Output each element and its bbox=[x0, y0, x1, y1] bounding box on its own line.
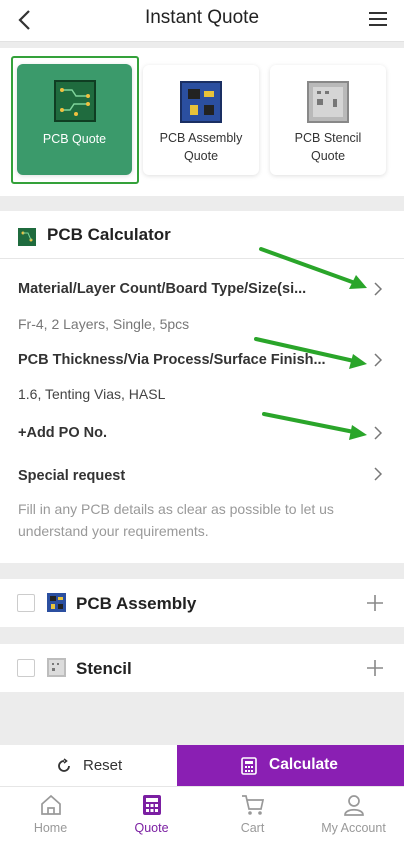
reset-icon bbox=[58, 758, 70, 772]
stencil-checkbox[interactable] bbox=[17, 659, 35, 677]
calculator-icon bbox=[143, 795, 161, 815]
pcb-assembly-section[interactable]: PCB Assembly bbox=[0, 579, 404, 627]
annotation-arrow bbox=[254, 337, 367, 369]
tab-cart-label: Cart bbox=[240, 821, 265, 835]
chevron-right-icon bbox=[374, 353, 383, 367]
pcb-stencil-label-line2: Quote bbox=[310, 149, 346, 163]
menu-icon[interactable] bbox=[368, 9, 388, 29]
page-title: Instant Quote bbox=[144, 7, 260, 28]
annotation-arrow bbox=[262, 412, 367, 440]
pcb-assembly-label-line2: Quote bbox=[183, 149, 219, 163]
top-bar: Instant Quote bbox=[0, 0, 404, 42]
action-bar: Reset Calculate bbox=[0, 745, 404, 786]
calculator-icon bbox=[241, 757, 257, 775]
annotation-arrow bbox=[259, 247, 367, 289]
plus-icon[interactable] bbox=[366, 594, 384, 612]
pcb-assembly-checkbox[interactable] bbox=[17, 594, 35, 612]
stencil-title: Stencil bbox=[76, 659, 132, 678]
chevron-right-icon bbox=[374, 467, 383, 481]
chevron-right-icon bbox=[374, 426, 383, 440]
pcb-stencil-label-line1: PCB Stencil bbox=[294, 131, 362, 145]
tab-home[interactable]: Home bbox=[0, 787, 101, 845]
thickness-row-value: 1.6, Tenting Vias, HASL bbox=[18, 386, 166, 402]
special-request-hint: Fill in any PCB details as clear as poss… bbox=[18, 501, 334, 539]
pcb-calculator-title: PCB Calculator bbox=[47, 225, 171, 244]
pcb-quote-label: PCB Quote bbox=[42, 132, 107, 146]
reset-label: Reset bbox=[83, 757, 123, 774]
material-row-value: Fr-4, 2 Layers, Single, 5pcs bbox=[18, 316, 190, 332]
calculate-button[interactable]: Calculate bbox=[177, 745, 404, 786]
cart-icon bbox=[242, 795, 265, 815]
tab-home-label: Home bbox=[33, 821, 68, 835]
tab-my-account-label: My Account bbox=[321, 821, 386, 835]
bottom-tab-bar: Home Quote Cart My Account bbox=[0, 786, 404, 845]
reset-button[interactable]: Reset bbox=[0, 745, 177, 786]
pcb-assembly-icon bbox=[180, 81, 222, 123]
pcb-assembly-quote-card[interactable]: PCB Assembly Quote bbox=[143, 65, 259, 175]
plus-icon[interactable] bbox=[366, 659, 384, 677]
pcb-board-icon bbox=[18, 228, 36, 246]
special-request-label: Special request bbox=[18, 468, 126, 484]
tab-quote-label: Quote bbox=[134, 821, 169, 835]
tab-cart[interactable]: Cart bbox=[202, 787, 303, 845]
pcb-quote-card[interactable]: PCB Quote bbox=[17, 64, 132, 175]
account-icon bbox=[344, 795, 364, 816]
pcb-board-icon bbox=[54, 80, 96, 122]
product-selector: PCB Quote PCB Assembly Quote PCB Stencil… bbox=[0, 48, 404, 196]
home-icon bbox=[41, 794, 61, 815]
pcb-assembly-title: PCB Assembly bbox=[76, 594, 197, 613]
pcb-stencil-quote-card[interactable]: PCB Stencil Quote bbox=[270, 65, 386, 175]
calculate-label: Calculate bbox=[269, 756, 338, 773]
pcb-assembly-icon bbox=[47, 593, 66, 612]
pcb-assembly-label-line1: PCB Assembly bbox=[159, 131, 243, 145]
tab-my-account[interactable]: My Account bbox=[303, 787, 404, 845]
stencil-icon bbox=[307, 81, 349, 123]
tab-quote[interactable]: Quote bbox=[101, 787, 202, 845]
stencil-icon bbox=[47, 658, 66, 677]
stencil-section[interactable]: Stencil bbox=[0, 644, 404, 692]
